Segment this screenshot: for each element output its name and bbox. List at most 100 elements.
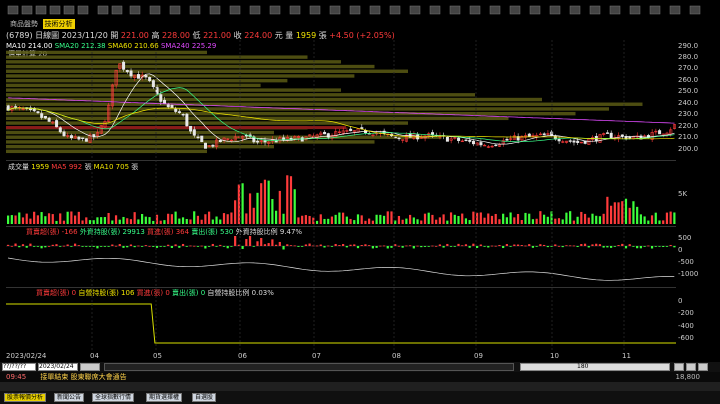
candle-body <box>628 136 632 139</box>
foreign-net-bar <box>453 246 456 247</box>
foreign-net-bar <box>516 244 520 246</box>
foreign-net-bar <box>137 245 140 247</box>
foreign-net-bar <box>643 246 646 247</box>
dealer-holding-chart[interactable] <box>6 297 676 351</box>
zoom-in-button[interactable] <box>686 363 696 371</box>
volume-bar <box>7 215 10 224</box>
foreign-net-bar <box>7 244 10 246</box>
volume-bar <box>610 205 613 224</box>
volume-bar <box>446 220 449 224</box>
range-start-field[interactable]: ??/??/?? <box>2 363 36 371</box>
foreign-net-bar <box>371 246 374 249</box>
foreign-net-bar <box>308 243 311 246</box>
tab-market[interactable]: 商品盤勢 <box>8 19 40 29</box>
taskbar-quote[interactable]: 股票報價分析 <box>4 393 47 402</box>
foreign-net-bar <box>375 246 378 248</box>
foreign-net-bar <box>85 246 88 247</box>
candle-body <box>43 115 47 119</box>
taskbar-futures[interactable]: 期貨選擇權 <box>146 393 183 402</box>
candle-body <box>326 133 330 138</box>
zoom-out-button[interactable] <box>674 363 684 371</box>
volume-bar <box>137 219 140 224</box>
foreign-net-bar <box>222 246 226 247</box>
high-value: 228.00 <box>162 31 190 40</box>
scroll-track[interactable] <box>104 363 514 371</box>
foreign-net-bar <box>114 245 118 247</box>
price-tick: 250.0 <box>678 87 699 95</box>
foreign-net-chart[interactable] <box>6 236 676 286</box>
volume-bar <box>111 220 114 224</box>
foreign-net-bar <box>196 246 200 247</box>
volume-bar <box>278 190 281 224</box>
zoom-reset-button[interactable] <box>698 363 708 371</box>
volume-chart[interactable] <box>6 170 676 225</box>
candle-body <box>568 140 572 142</box>
volume-bar <box>606 196 609 224</box>
volume-bar <box>252 207 255 224</box>
taskbar-news[interactable]: 新聞公告 <box>54 393 85 402</box>
volume-bar <box>178 218 181 224</box>
foreign-net-bar <box>304 244 307 246</box>
candle-body <box>550 131 554 136</box>
candle-body <box>192 129 196 136</box>
volume-bar <box>464 218 468 224</box>
taskbar-watchlist[interactable]: 自選股 <box>192 393 217 402</box>
volume-bar <box>580 211 583 224</box>
foreign-net-bar <box>211 243 214 246</box>
foreign-net-bar <box>349 244 352 246</box>
price-chart[interactable] <box>6 40 676 158</box>
volume-bar <box>546 216 549 224</box>
taskbar-global-index[interactable]: 全球指數行情 <box>92 393 135 402</box>
volume-bar <box>636 206 639 224</box>
volume-bar <box>230 212 233 224</box>
range-search-button[interactable] <box>80 363 100 371</box>
price-unit: 元 <box>274 31 283 40</box>
volume-bar <box>643 216 646 224</box>
status-message[interactable]: 接單結束 股東聯席大會通告 <box>40 373 126 381</box>
volume-bar <box>174 211 177 224</box>
volume-bar <box>211 219 214 224</box>
volume-bar <box>587 217 590 224</box>
foreign-net-bar <box>181 243 185 246</box>
view-tabs: 商品盤勢 技術分析 <box>8 19 75 29</box>
candle-body <box>55 120 59 128</box>
volume-bar <box>669 211 672 224</box>
foreign-net-bar <box>129 244 133 246</box>
dealer-holding-line <box>6 303 676 344</box>
candle-body <box>81 137 85 139</box>
foreign-net-bar <box>587 246 590 248</box>
date-tick: 04 <box>90 352 99 360</box>
candle-body <box>155 87 159 95</box>
candle-body <box>609 132 613 139</box>
chart-period[interactable]: 日線圖 <box>35 31 59 40</box>
zoom-slider[interactable]: 180 <box>520 363 670 371</box>
volume-bar <box>215 216 218 224</box>
foreign-axis: 500 0 -500 -1000 <box>678 226 720 286</box>
foreign-net-bar <box>47 245 51 247</box>
candle-body <box>557 138 561 142</box>
volume-bar <box>114 215 118 224</box>
foreign-net-bar <box>345 246 348 248</box>
foreign-net-bar <box>293 245 296 247</box>
foreign-net-bar <box>628 244 631 246</box>
candle-body <box>185 113 189 127</box>
foreign-net-bar <box>368 245 371 246</box>
foreign-net-bar <box>543 244 546 246</box>
volume-bar <box>245 213 248 224</box>
price-axis: 290.0 280.0 270.0 260.0 250.0 240.0 230.… <box>678 40 720 158</box>
volume-bar <box>226 214 229 224</box>
volume-bar <box>330 216 334 224</box>
volume-bar <box>673 212 676 224</box>
range-date-field[interactable]: 2023/02/24 <box>38 363 78 371</box>
foreign-net-bar <box>636 246 639 249</box>
foreign-net-bar <box>479 244 482 246</box>
volume-bar <box>81 220 84 224</box>
foreign-net-bar <box>21 244 25 246</box>
tab-technical[interactable]: 技術分析 <box>42 19 75 29</box>
volume-bar <box>338 212 341 224</box>
volume-bar <box>312 217 315 224</box>
foreign-net-bar <box>379 245 382 247</box>
foreign-net-bar <box>118 244 121 246</box>
foreign-net-bar <box>446 243 449 246</box>
foreign-net-bar <box>263 244 267 246</box>
